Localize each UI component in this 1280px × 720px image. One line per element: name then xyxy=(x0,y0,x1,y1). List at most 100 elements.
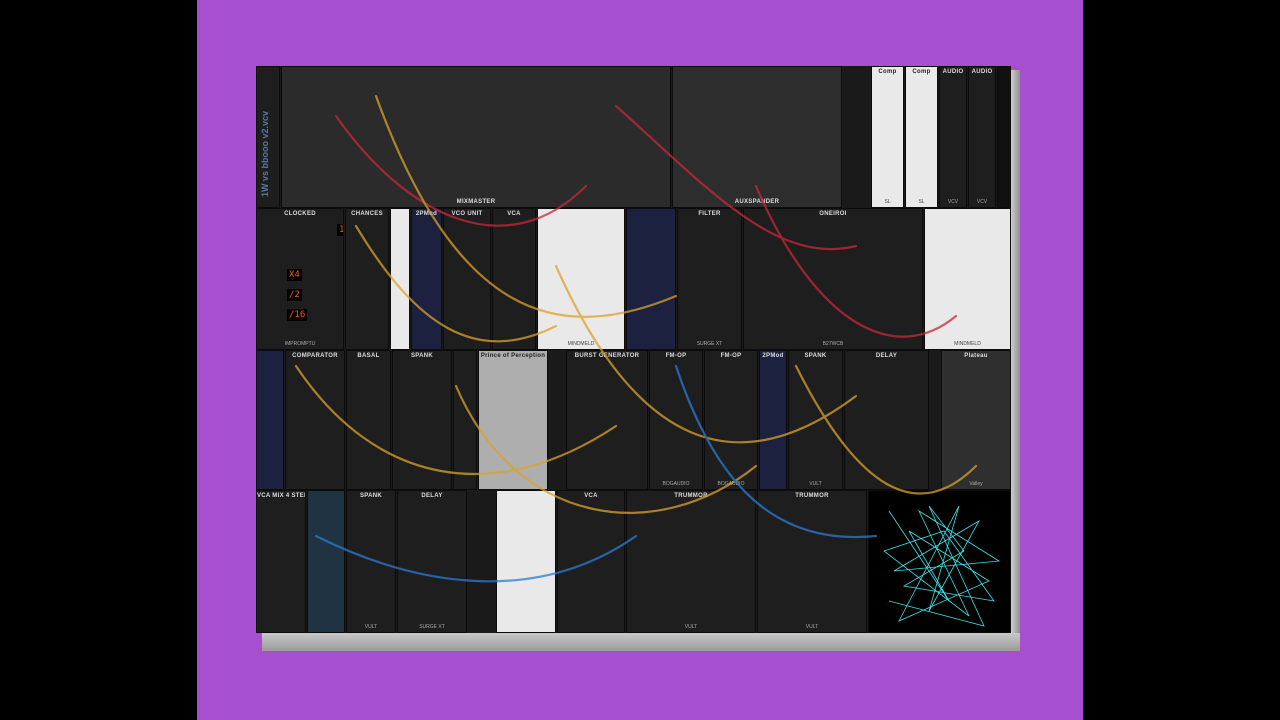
mono-3-module[interactable] xyxy=(496,490,556,633)
trummor-1-label: TRUMMOR xyxy=(674,493,708,499)
trummor-2-module[interactable]: TRUMMOR VULT xyxy=(757,490,867,633)
mono-2-module[interactable]: MINDMELD xyxy=(924,208,1011,350)
rack-row-2: CLOCKED 127 X4 /2 /16 IMPROMPTU CHANCES … xyxy=(256,208,1011,350)
trummor-2-label: TRUMMOR xyxy=(795,493,829,499)
mixmaster-module[interactable]: MIXMASTER xyxy=(281,66,671,208)
comparator-label: COMPARATOR xyxy=(292,353,338,359)
patch-title-module[interactable]: 1W vs bbooo v2.vcv xyxy=(256,66,280,208)
plateau-brand: Valley xyxy=(969,481,983,487)
frame-edge-bottom xyxy=(262,633,1020,651)
audio-2-label: AUDIO xyxy=(971,69,993,75)
burst-gen-module[interactable]: BURST GENERATOR xyxy=(566,350,648,490)
rack-row-1: 1W vs bbooo v2.vcv MIXMASTER AUXSPANDER … xyxy=(256,66,1011,208)
comp-1-module[interactable]: Comp SL xyxy=(871,66,904,208)
audio-2-brand: VCV xyxy=(976,199,988,205)
mod-b-module[interactable] xyxy=(453,350,477,490)
spank-3-brand: VULT xyxy=(364,624,378,630)
delay-2-brand: SURGE XT xyxy=(419,624,445,630)
spank-3-module[interactable]: SPANK VULT xyxy=(346,490,396,633)
delay-module[interactable]: DELAY xyxy=(844,350,929,490)
comp-2-module[interactable]: Comp SL xyxy=(905,66,938,208)
audio-1-module[interactable]: AUDIO VCV xyxy=(939,66,967,208)
scope-module[interactable] xyxy=(868,490,1011,633)
vca-2-module[interactable]: VCA xyxy=(557,490,625,633)
scope-trace xyxy=(883,505,1001,627)
bpm-display: 127 xyxy=(337,224,343,236)
auxspander-module[interactable]: AUXSPANDER xyxy=(672,66,842,208)
trummor-1-module[interactable]: TRUMMOR VULT xyxy=(626,490,756,633)
mono-2-brand: MINDMELD xyxy=(954,341,981,347)
burst-gen-label: BURST GENERATOR xyxy=(574,353,640,359)
fm-op-2-brand: BOGAUDIO xyxy=(717,481,745,487)
delay-label: DELAY xyxy=(875,353,898,359)
fm-op-2-module[interactable]: FM-OP BOGAUDIO xyxy=(704,350,758,490)
spank-2-brand: VULT xyxy=(809,481,822,487)
audio-1-brand: VCV xyxy=(947,199,959,205)
fm-op-1-brand: BOGAUDIO xyxy=(662,481,690,487)
ratio-3-display: /16 xyxy=(287,309,308,321)
trig-seq-module[interactable] xyxy=(626,208,676,350)
mono-1-brand: MINDMELD xyxy=(567,341,595,347)
mod-a-module[interactable] xyxy=(390,208,410,350)
pmod-2b-module[interactable] xyxy=(256,350,284,490)
prince-module[interactable]: Prince of Perception xyxy=(478,350,548,490)
spank-1-label: SPANK xyxy=(410,353,434,359)
oneiroi-label: ONEIROI xyxy=(819,211,847,217)
comp-1-label: Comp xyxy=(878,69,897,75)
delay-2-module[interactable]: DELAY SURGE XT xyxy=(397,490,467,633)
pmod-label: 2PMod xyxy=(415,211,438,217)
patch-title: 1W vs bbooo v2.vcv xyxy=(260,110,270,197)
comp-1-brand: SL xyxy=(884,199,891,205)
vca-mix-label: VCA MIX 4 STEREO xyxy=(257,493,305,499)
ratio-2-display: /2 xyxy=(287,289,302,301)
fm-op-1-label: FM-OP xyxy=(665,353,687,359)
clocked-brand: IMPROMPTU xyxy=(284,341,316,347)
ratio-1-display: X4 xyxy=(287,269,302,281)
audio-2-module[interactable]: AUDIO VCV xyxy=(968,66,996,208)
prince-label: Prince of Perception xyxy=(480,353,546,359)
filter-label: FILTER xyxy=(698,211,721,217)
plateau-module[interactable]: Plateau Valley xyxy=(941,350,1011,490)
oneiroi-brand: B27WCB xyxy=(822,341,844,347)
filter-brand: SURGE XT xyxy=(696,341,723,347)
filter-module[interactable]: FILTER SURGE XT xyxy=(677,208,742,350)
fm-op-2-label: FM-OP xyxy=(720,353,742,359)
spank-1-module[interactable]: SPANK xyxy=(392,350,452,490)
chances-label: CHANCES xyxy=(351,211,383,217)
rack-row-4: VCA MIX 4 STEREO SPANK VULT DELAY SURGE … xyxy=(256,490,1011,633)
mixmaster-label: MIXMASTER xyxy=(456,199,496,205)
audio-1-label: AUDIO xyxy=(942,69,964,75)
spank-2-label: SPANK xyxy=(804,353,827,359)
comp-2-label: Comp xyxy=(912,69,931,75)
comparator-module[interactable]: COMPARATOR xyxy=(285,350,345,490)
oneiroi-module[interactable]: ONEIROI B27WCB xyxy=(743,208,923,350)
pmod-module[interactable]: 2PMod xyxy=(411,208,442,350)
vca-1-module[interactable]: VCA xyxy=(492,208,536,350)
vco-unit-module[interactable]: VCO UNIT xyxy=(443,208,491,350)
trummor-2-brand: VULT xyxy=(805,624,819,630)
comp-2-brand: SL xyxy=(918,199,925,205)
vca-1-label: VCA xyxy=(507,211,521,217)
fm-op-1-module[interactable]: FM-OP BOGAUDIO xyxy=(649,350,703,490)
clocked-label: CLOCKED xyxy=(284,211,316,217)
chances-module[interactable]: CHANCES xyxy=(345,208,389,350)
pmod-2-label: 2PMod xyxy=(762,353,784,359)
mono-1-module[interactable]: MINDMELD xyxy=(537,208,625,350)
delay-2-label: DELAY xyxy=(421,493,443,499)
vco-unit-label: VCO UNIT xyxy=(451,211,483,217)
vca-mix-module[interactable]: VCA MIX 4 STEREO xyxy=(256,490,306,633)
frame-edge-right xyxy=(1011,70,1020,650)
tide-module[interactable] xyxy=(307,490,345,633)
spank-2-module[interactable]: SPANK VULT xyxy=(788,350,843,490)
basal-label: BASAL xyxy=(357,353,380,359)
plateau-label: Plateau xyxy=(964,353,988,359)
vca-2-label: VCA xyxy=(584,493,598,499)
pmod-2-module[interactable]: 2PMod xyxy=(759,350,787,490)
rack-canvas[interactable]: 1W vs bbooo v2.vcv MIXMASTER AUXSPANDER … xyxy=(256,66,1011,633)
clocked-module[interactable]: CLOCKED 127 X4 /2 /16 IMPROMPTU xyxy=(256,208,344,350)
rack-row-3: COMPARATOR BASAL SPANK Prince of Percept… xyxy=(256,350,1011,490)
trummor-1-brand: VULT xyxy=(684,624,698,630)
spank-3-label: SPANK xyxy=(359,493,383,499)
invaders-module[interactable] xyxy=(997,66,1011,208)
basal-module[interactable]: BASAL xyxy=(346,350,391,490)
